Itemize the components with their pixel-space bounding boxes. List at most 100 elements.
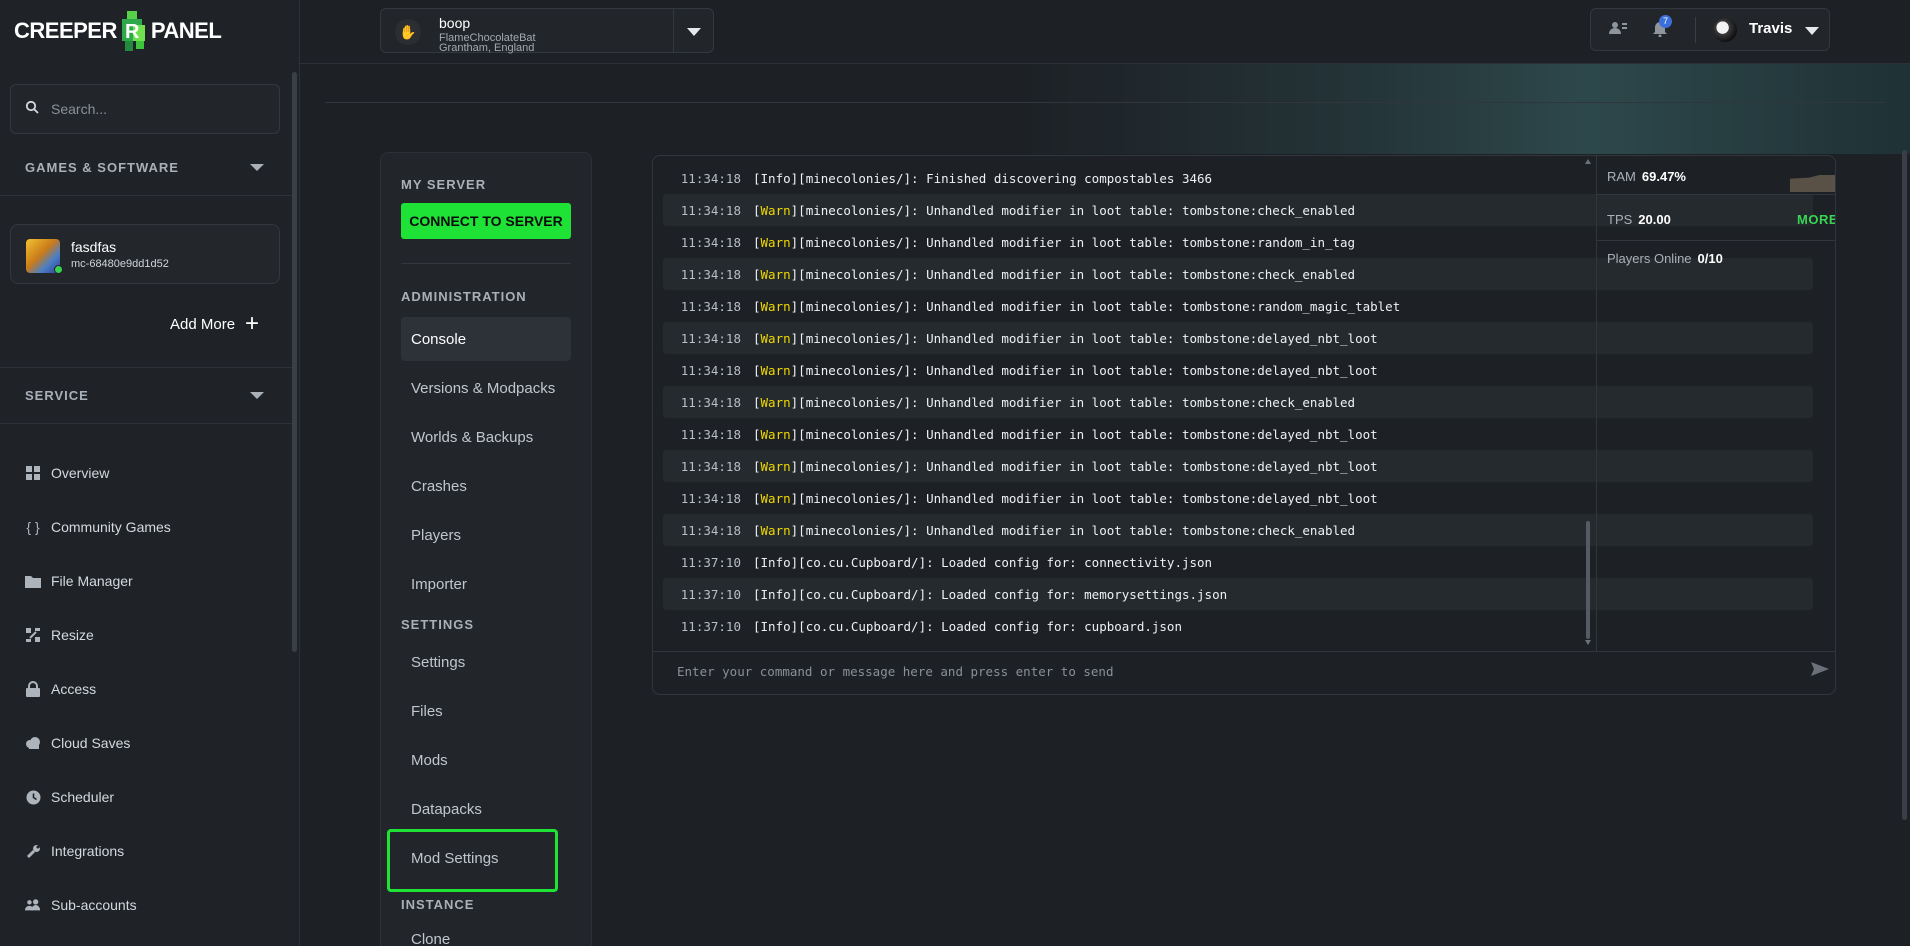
console-line-level: [Warn]	[753, 362, 799, 378]
contacts-icon[interactable]	[1609, 21, 1627, 40]
console-line-time: 11:34:18	[680, 490, 741, 506]
console-scrollbar-thumb[interactable]	[1586, 521, 1590, 639]
nav-cloud-saves[interactable]: Cloud Saves	[25, 730, 130, 756]
sidebar-scrollbar[interactable]	[292, 72, 297, 652]
nav-label: Community Games	[51, 519, 171, 535]
console-line-message: [minecolonies/]: Unhandled modifier in l…	[798, 298, 1401, 314]
console-line-level: [Warn]	[753, 394, 799, 410]
console-line-level-text: Warn	[760, 298, 791, 314]
divider	[0, 367, 292, 368]
brand-name-left: CREEPER	[14, 18, 117, 43]
online-status-dot	[54, 265, 63, 274]
nav-overview[interactable]: Overview	[25, 460, 109, 486]
console-line-level: [Warn]	[753, 298, 799, 314]
search-icon	[25, 100, 39, 119]
command-input[interactable]	[677, 664, 1777, 679]
players-value: 0/10	[1697, 251, 1723, 266]
games-caret-down-icon[interactable]	[250, 164, 264, 171]
subnav-worlds-backups[interactable]: Worlds & Backups	[401, 415, 571, 459]
scroll-up-arrow-icon[interactable]	[1584, 158, 1592, 166]
user-name[interactable]: Travis	[1749, 20, 1792, 37]
section-games-software[interactable]: GAMES & SOFTWARE	[25, 160, 179, 175]
console-line-level: [Warn]	[753, 426, 799, 442]
service-caret-down-icon[interactable]	[250, 392, 264, 399]
send-icon[interactable]	[1811, 662, 1829, 681]
console-line-level-text: Warn	[760, 522, 791, 538]
divider	[0, 423, 292, 424]
search-box[interactable]	[10, 84, 280, 134]
subnav-importer[interactable]: Importer	[401, 562, 571, 606]
console-line-time: 11:37:10	[680, 618, 741, 634]
clock-icon	[25, 789, 41, 805]
settings-heading: SETTINGS	[401, 617, 475, 632]
console-line-level-text: Warn	[760, 202, 791, 218]
divider	[0, 195, 292, 196]
brand-logo[interactable]: CREEPER R PANEL	[14, 10, 222, 52]
connect-to-server-button[interactable]: CONNECT TO SERVER	[401, 203, 571, 239]
console-line-time: 11:34:18	[680, 330, 741, 346]
console-line-level-text: Info	[760, 170, 791, 186]
search-input[interactable]	[51, 101, 251, 117]
subnav-clone[interactable]: Clone	[401, 917, 571, 946]
user-avatar[interactable]	[1713, 18, 1737, 42]
console-line-level: [Warn]	[753, 490, 799, 506]
nav-label: File Manager	[51, 573, 133, 589]
tps-value: 20.00	[1638, 212, 1671, 227]
wrench-icon	[25, 843, 41, 859]
sidebar: CREEPER R PANEL GAMES & SOFTWARE fasdfas…	[0, 0, 300, 946]
resize-icon	[25, 627, 41, 643]
subnav-files[interactable]: Files	[401, 689, 571, 733]
subnav-versions-modpacks[interactable]: Versions & Modpacks	[401, 366, 571, 410]
subnav-players[interactable]: Players	[401, 513, 571, 557]
console-line-message: [minecolonies/]: Unhandled modifier in l…	[798, 202, 1356, 218]
creeper-logo-icon: R	[119, 11, 149, 51]
subnav-crashes[interactable]: Crashes	[401, 464, 571, 508]
console-line-level-text: Warn	[760, 394, 791, 410]
subnav-datapacks[interactable]: Datapacks	[401, 787, 571, 831]
server-dropdown-caret-icon[interactable]	[687, 28, 701, 36]
players-online-stat: Players Online 0/10	[1607, 251, 1723, 266]
server-selector[interactable]: ✋ boop FlameChocolateBat Grantham, Engla…	[380, 8, 714, 54]
nav-integrations[interactable]: Integrations	[25, 838, 124, 864]
nav-scheduler[interactable]: Scheduler	[25, 784, 114, 810]
ram-label: RAM	[1607, 169, 1636, 184]
nav-label: Scheduler	[51, 789, 115, 805]
console-line-message: [minecolonies/]: Unhandled modifier in l…	[798, 522, 1356, 538]
page-scrollbar[interactable]	[1902, 150, 1907, 820]
server-card[interactable]: fasdfas mc-68480e9dd1d52	[10, 224, 280, 284]
server-card-id: mc-68480e9dd1d52	[71, 258, 169, 270]
subnav-settings[interactable]: Settings	[401, 640, 571, 684]
subnav-console[interactable]: Console	[401, 317, 571, 361]
nav-community-games[interactable]: { } Community Games	[25, 514, 171, 540]
console-line-level: [Info]	[753, 554, 799, 570]
scroll-down-arrow-icon[interactable]	[1584, 638, 1592, 646]
subnav-mods[interactable]: Mods	[401, 738, 571, 782]
nav-file-manager[interactable]: File Manager	[25, 568, 133, 594]
console-line-message: [minecolonies/]: Unhandled modifier in l…	[798, 362, 1378, 378]
console-line-level: [Info]	[753, 586, 799, 602]
console-line-level: [Warn]	[753, 330, 799, 346]
cloud-icon	[25, 735, 41, 751]
section-service[interactable]: SERVICE	[25, 388, 89, 403]
console-line-level: [Info]	[753, 170, 799, 186]
nav-access[interactable]: Access	[25, 676, 96, 702]
nav-sub-accounts[interactable]: Sub-accounts	[25, 892, 137, 918]
nav-label: Access	[51, 681, 97, 697]
console-line-level: [Warn]	[753, 458, 799, 474]
add-more-button[interactable]: Add More +	[170, 312, 259, 336]
ram-sparkline	[1790, 171, 1835, 192]
grid-icon	[25, 465, 41, 481]
players-label: Players Online	[1607, 251, 1692, 266]
user-menu-caret-icon[interactable]	[1805, 27, 1819, 35]
console-line-time: 11:37:10	[680, 586, 741, 602]
nav-label: Overview	[51, 465, 110, 481]
console-line-message: [co.cu.Cupboard/]: Loaded config for: co…	[798, 554, 1213, 570]
console-line-level-text: Warn	[760, 234, 791, 250]
divider	[673, 9, 674, 52]
console-line-time: 11:37:10	[680, 554, 741, 570]
console-line-time: 11:34:18	[680, 234, 741, 250]
server-stats: RAM 69.47% TPS 20.00 MORE Players Online 0/…	[1596, 156, 1835, 651]
more-stats-link[interactable]: MORE	[1797, 212, 1835, 227]
nav-resize[interactable]: Resize	[25, 622, 94, 648]
ram-stat: RAM 69.47%	[1607, 169, 1686, 184]
